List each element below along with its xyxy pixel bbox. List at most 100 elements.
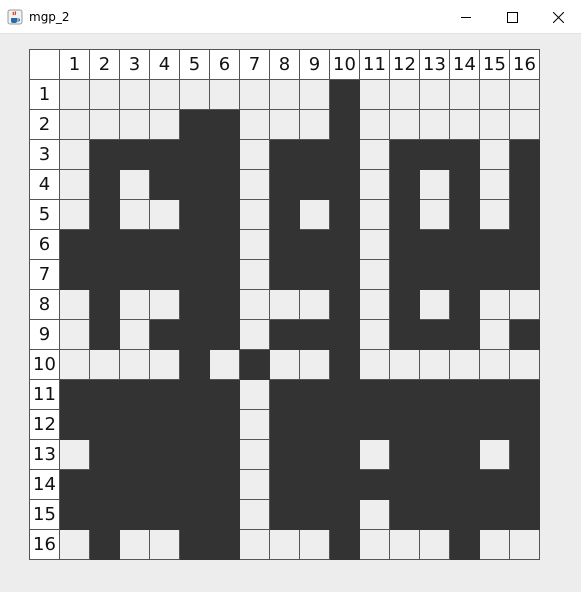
grid-cell-empty[interactable]: [419, 109, 450, 140]
grid-cell-filled[interactable]: [89, 319, 120, 350]
grid-cell-empty[interactable]: [269, 349, 300, 380]
grid-cell-empty[interactable]: [89, 349, 120, 380]
grid-cell-filled[interactable]: [59, 469, 90, 500]
grid-cell-filled[interactable]: [119, 499, 150, 530]
grid-cell-empty[interactable]: [119, 349, 150, 380]
grid-cell-empty[interactable]: [239, 199, 270, 230]
grid-cell-empty[interactable]: [479, 349, 510, 380]
grid-cell-filled[interactable]: [419, 499, 450, 530]
grid-cell-filled[interactable]: [479, 259, 510, 290]
grid-cell-empty[interactable]: [89, 79, 120, 110]
grid-cell-filled[interactable]: [419, 439, 450, 470]
grid-cell-empty[interactable]: [419, 289, 450, 320]
grid-cell-empty[interactable]: [239, 499, 270, 530]
grid-cell-filled[interactable]: [509, 469, 540, 500]
grid-cell-filled[interactable]: [119, 229, 150, 260]
grid-cell-empty[interactable]: [149, 109, 180, 140]
grid-cell-filled[interactable]: [479, 229, 510, 260]
grid-cell-filled[interactable]: [209, 169, 240, 200]
grid-cell-filled[interactable]: [89, 499, 120, 530]
minimize-button[interactable]: [443, 0, 489, 34]
grid-cell-empty[interactable]: [59, 529, 90, 560]
grid-cell-empty[interactable]: [479, 529, 510, 560]
grid-cell-empty[interactable]: [389, 79, 420, 110]
grid-cell-empty[interactable]: [299, 79, 330, 110]
grid-cell-filled[interactable]: [329, 79, 360, 110]
grid-cell-filled[interactable]: [329, 529, 360, 560]
grid-cell-filled[interactable]: [329, 109, 360, 140]
grid-cell-filled[interactable]: [269, 469, 300, 500]
grid-cell-filled[interactable]: [179, 289, 210, 320]
grid-cell-empty[interactable]: [299, 349, 330, 380]
grid-cell-filled[interactable]: [509, 139, 540, 170]
grid-cell-filled[interactable]: [179, 199, 210, 230]
grid-cell-empty[interactable]: [479, 79, 510, 110]
grid-cell-filled[interactable]: [149, 259, 180, 290]
grid-cell-empty[interactable]: [119, 319, 150, 350]
grid-cell-empty[interactable]: [119, 169, 150, 200]
grid-cell-filled[interactable]: [299, 469, 330, 500]
grid-cell-empty[interactable]: [389, 529, 420, 560]
grid-cell-filled[interactable]: [299, 169, 330, 200]
grid-cell-filled[interactable]: [119, 379, 150, 410]
grid-cell-empty[interactable]: [239, 379, 270, 410]
grid-cell-filled[interactable]: [269, 229, 300, 260]
grid-cell-empty[interactable]: [269, 529, 300, 560]
grid-cell-filled[interactable]: [269, 319, 300, 350]
grid-cell-empty[interactable]: [479, 109, 510, 140]
grid-cell-filled[interactable]: [419, 229, 450, 260]
grid-cell-empty[interactable]: [59, 349, 90, 380]
grid-cell-empty[interactable]: [359, 79, 390, 110]
grid-cell-filled[interactable]: [209, 529, 240, 560]
grid-cell-filled[interactable]: [359, 469, 390, 500]
grid-cell-empty[interactable]: [479, 169, 510, 200]
grid-cell-filled[interactable]: [479, 379, 510, 410]
grid-cell-filled[interactable]: [419, 469, 450, 500]
grid-cell-filled[interactable]: [329, 229, 360, 260]
grid-cell-filled[interactable]: [209, 259, 240, 290]
grid-cell-empty[interactable]: [419, 199, 450, 230]
grid-cell-filled[interactable]: [479, 469, 510, 500]
grid-cell-filled[interactable]: [179, 439, 210, 470]
grid-cell-filled[interactable]: [269, 199, 300, 230]
grid-cell-empty[interactable]: [449, 79, 480, 110]
grid-cell-empty[interactable]: [119, 289, 150, 320]
grid-cell-empty[interactable]: [239, 109, 270, 140]
grid-cell-empty[interactable]: [239, 319, 270, 350]
grid-cell-empty[interactable]: [479, 199, 510, 230]
grid-cell-filled[interactable]: [119, 469, 150, 500]
grid-cell-filled[interactable]: [449, 289, 480, 320]
grid-cell-empty[interactable]: [239, 409, 270, 440]
grid-cell-empty[interactable]: [389, 349, 420, 380]
grid-cell-filled[interactable]: [179, 409, 210, 440]
grid-cell-filled[interactable]: [359, 409, 390, 440]
grid-cell-empty[interactable]: [269, 79, 300, 110]
grid-cell-filled[interactable]: [89, 229, 120, 260]
grid-cell-empty[interactable]: [89, 109, 120, 140]
grid-cell-empty[interactable]: [209, 349, 240, 380]
grid-cell-empty[interactable]: [299, 529, 330, 560]
grid-cell-filled[interactable]: [449, 259, 480, 290]
grid-cell-empty[interactable]: [359, 199, 390, 230]
grid-cell-filled[interactable]: [179, 169, 210, 200]
grid-cell-filled[interactable]: [389, 409, 420, 440]
grid-cell-empty[interactable]: [359, 139, 390, 170]
grid-cell-filled[interactable]: [179, 139, 210, 170]
grid-cell-filled[interactable]: [179, 469, 210, 500]
grid-cell-filled[interactable]: [269, 439, 300, 470]
grid-cell-empty[interactable]: [359, 529, 390, 560]
grid-cell-empty[interactable]: [359, 499, 390, 530]
grid-cell-filled[interactable]: [389, 379, 420, 410]
grid-cell-filled[interactable]: [329, 139, 360, 170]
grid-cell-filled[interactable]: [59, 229, 90, 260]
grid-cell-empty[interactable]: [149, 199, 180, 230]
grid-cell-filled[interactable]: [389, 199, 420, 230]
grid-cell-filled[interactable]: [269, 139, 300, 170]
grid-cell-filled[interactable]: [209, 469, 240, 500]
grid-cell-empty[interactable]: [359, 289, 390, 320]
grid-cell-filled[interactable]: [89, 199, 120, 230]
grid-cell-filled[interactable]: [509, 379, 540, 410]
grid-cell-filled[interactable]: [329, 199, 360, 230]
grid-cell-empty[interactable]: [419, 79, 450, 110]
grid-cell-empty[interactable]: [239, 529, 270, 560]
